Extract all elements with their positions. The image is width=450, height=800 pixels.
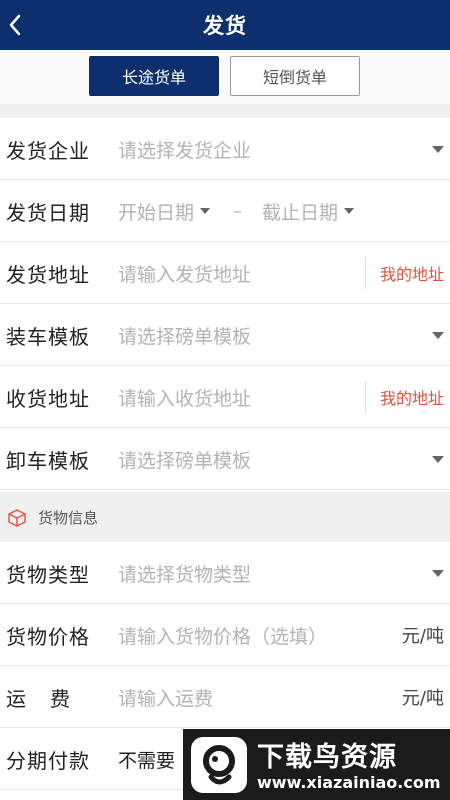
installment-value: 不需要 xyxy=(118,749,176,772)
ship-address-input[interactable]: 请输入发货地址 xyxy=(118,260,251,287)
receive-address-row: 收货地址 请输入收货地址 我的地址 xyxy=(0,366,450,428)
my-address-link[interactable]: 我的地址 xyxy=(364,257,444,289)
end-date-text: 截止日期 xyxy=(262,201,339,224)
watermark-url: www.xiazainiao.com xyxy=(257,773,441,792)
unload-template-placeholder: 请选择磅单模板 xyxy=(118,449,252,472)
cargo-type-label: 货物类型 xyxy=(6,562,90,587)
dropdown-arrow-icon xyxy=(344,208,355,214)
freight-row: 运 费 请输入运费 元/吨 xyxy=(0,666,450,728)
freight-unit: 元/吨 xyxy=(401,688,444,709)
cargo-price-label: 货物价格 xyxy=(6,624,90,649)
date-label: 发货日期 xyxy=(6,200,90,225)
dropdown-arrow-icon xyxy=(432,569,444,577)
ship-address-label: 发货地址 xyxy=(6,262,90,287)
end-date-select[interactable]: 截止日期 xyxy=(262,198,355,225)
cargo-type-placeholder: 请选择货物类型 xyxy=(118,563,252,586)
company-select[interactable]: 发货企业 请选择发货企业 xyxy=(0,118,450,180)
cargo-price-unit: 元/吨 xyxy=(401,626,444,647)
cargo-price-row: 货物价格 请输入货物价格（选填） 元/吨 xyxy=(0,604,450,666)
unload-template-label: 卸车模板 xyxy=(6,448,90,473)
watermark-banner: 下载鸟资源 www.xiazainiao.com xyxy=(183,729,450,800)
dropdown-arrow-icon xyxy=(432,145,444,153)
ship-address-row: 发货地址 请输入发货地址 我的地址 xyxy=(0,242,450,304)
cargo-type-select[interactable]: 货物类型 请选择货物类型 xyxy=(0,542,450,604)
tab-bar: 长途货单 短倒货单 xyxy=(0,50,450,104)
date-separator: – xyxy=(233,200,242,222)
header-bar: 发货 xyxy=(0,0,450,50)
dropdown-arrow-icon xyxy=(432,455,444,463)
load-template-select[interactable]: 装车模板 请选择磅单模板 xyxy=(0,304,450,366)
receive-address-input[interactable]: 请输入收货地址 xyxy=(118,384,251,411)
date-row: 发货日期 开始日期 – 截止日期 xyxy=(0,180,450,242)
installment-label: 分期付款 xyxy=(6,748,90,773)
start-date-text: 开始日期 xyxy=(118,201,195,224)
tab-short-haul[interactable]: 短倒货单 xyxy=(230,56,360,96)
watermark-title: 下载鸟资源 xyxy=(257,742,397,773)
receive-address-label: 收货地址 xyxy=(6,386,90,411)
back-arrow-icon xyxy=(9,14,21,36)
page-title: 发货 xyxy=(203,14,247,38)
load-template-label: 装车模板 xyxy=(6,324,90,349)
back-button[interactable] xyxy=(0,0,30,50)
company-label: 发货企业 xyxy=(6,138,90,163)
dropdown-arrow-icon xyxy=(432,331,444,339)
tab-long-distance[interactable]: 长途货单 xyxy=(89,56,219,96)
unload-template-select[interactable]: 卸车模板 请选择磅单模板 xyxy=(0,428,450,490)
divider xyxy=(0,104,450,118)
bird-logo-icon xyxy=(203,745,235,785)
freight-label: 运 费 xyxy=(6,686,72,711)
cargo-section-header: 货物信息 xyxy=(0,492,450,542)
load-template-placeholder: 请选择磅单模板 xyxy=(118,325,252,348)
company-placeholder: 请选择发货企业 xyxy=(118,139,252,162)
package-icon xyxy=(8,509,26,527)
start-date-select[interactable]: 开始日期 xyxy=(118,198,211,225)
freight-input[interactable]: 请输入运费 xyxy=(118,684,213,711)
cargo-price-input[interactable]: 请输入货物价格（选填） xyxy=(118,622,327,649)
cargo-section-title: 货物信息 xyxy=(38,508,99,527)
dropdown-arrow-icon xyxy=(200,208,211,214)
my-address-link[interactable]: 我的地址 xyxy=(364,381,444,413)
watermark-logo xyxy=(191,737,247,793)
